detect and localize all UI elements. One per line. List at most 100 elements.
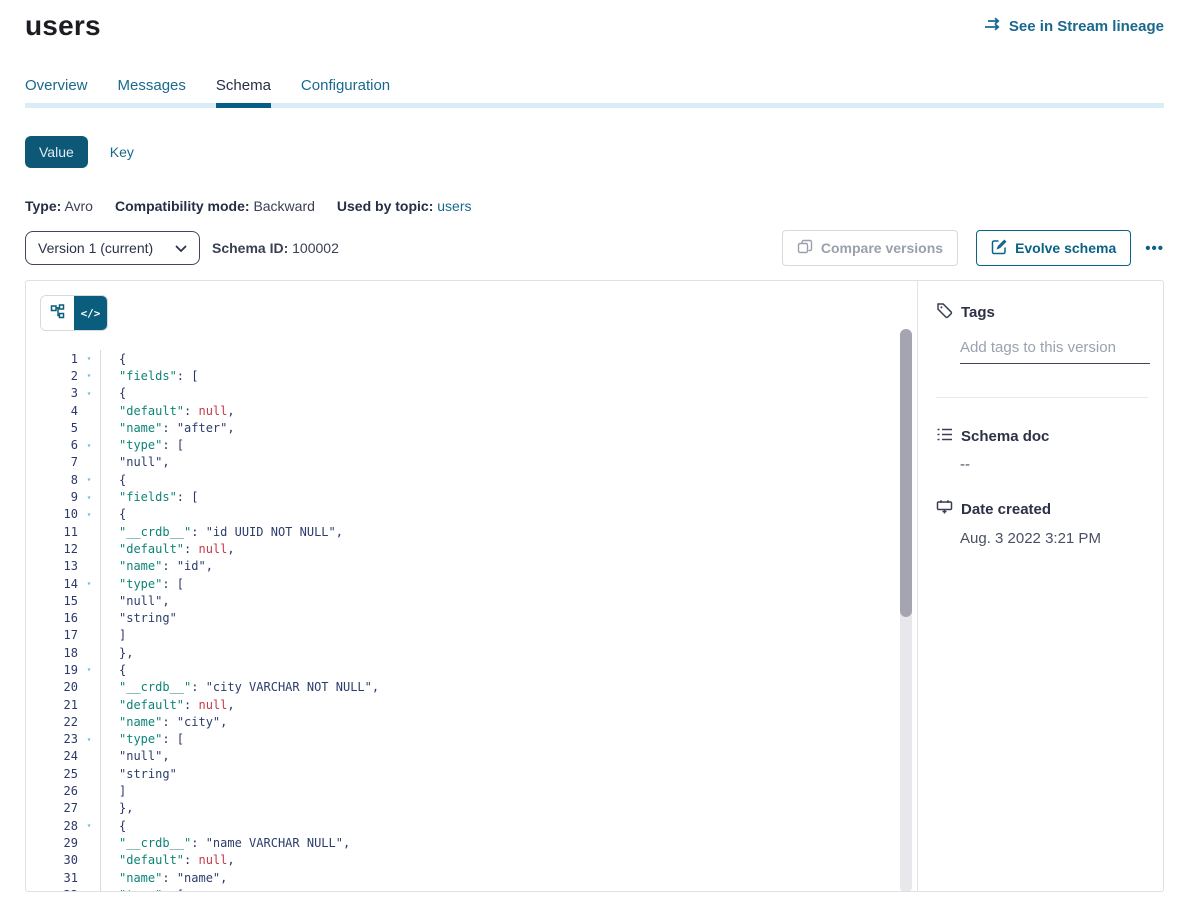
value-tab-button[interactable]: Value: [25, 136, 88, 168]
schema-doc-value: --: [960, 456, 1148, 473]
code-line: 25 "string": [40, 765, 917, 782]
fold-toggle-icon[interactable]: ▾: [78, 890, 100, 891]
more-options-button[interactable]: •••: [1145, 240, 1164, 257]
line-number: 2: [40, 369, 78, 383]
version-select[interactable]: Version 1 (current): [25, 231, 200, 265]
tree-view-icon: [50, 304, 66, 323]
key-tab-button[interactable]: Key: [110, 144, 134, 160]
code-line: 11 "__crdb__": "id UUID NOT NULL",: [40, 523, 917, 540]
code-text: "name": "after",: [100, 419, 235, 436]
line-number: 5: [40, 421, 78, 435]
code-text: ]: [100, 627, 126, 644]
code-text: {: [100, 506, 126, 523]
evolve-schema-button[interactable]: Evolve schema: [976, 230, 1131, 266]
used-by-topic: Used by topic: users: [337, 198, 472, 214]
code-line: 7 "null",: [40, 454, 917, 471]
fold-toggle-icon[interactable]: ▾: [78, 371, 100, 380]
fold-toggle-icon[interactable]: ▾: [78, 665, 100, 674]
code-text: {: [100, 471, 126, 488]
code-text: "type": [: [100, 886, 184, 891]
schema-code-area: </> 1▾{2▾ "fields": [3▾ {4 "default": nu…: [26, 281, 917, 891]
schema-doc-section: Schema doc --: [936, 427, 1148, 473]
compare-versions-button[interactable]: Compare versions: [782, 230, 958, 266]
code-view-button[interactable]: </>: [74, 296, 107, 330]
stream-lineage-link[interactable]: See in Stream lineage: [984, 17, 1164, 35]
schema-type: Type: Avro: [25, 198, 93, 214]
compat-value: Backward: [253, 198, 314, 214]
code-line: 23▾ "type": [: [40, 731, 917, 748]
compare-icon: [797, 239, 813, 258]
code-text: "default": null,: [100, 540, 235, 557]
line-number: 11: [40, 525, 78, 539]
tree-view-button[interactable]: [41, 296, 74, 330]
line-number: 29: [40, 836, 78, 850]
code-scrollbar-thumb[interactable]: [900, 329, 912, 617]
date-created-value: Aug. 3 2022 3:21 PM: [960, 530, 1148, 547]
line-number: 23: [40, 732, 78, 746]
compatibility-mode: Compatibility mode: Backward: [115, 198, 315, 214]
calendar-icon: [936, 499, 953, 520]
code-line: 4 "default": null,: [40, 402, 917, 419]
code-text: "__crdb__": "id UUID NOT NULL",: [100, 523, 343, 540]
tags-title: Tags: [961, 304, 995, 321]
code-text: {: [100, 661, 126, 678]
code-text: "type": [: [100, 436, 184, 453]
chevron-down-icon: [175, 240, 187, 256]
fold-toggle-icon[interactable]: ▾: [78, 354, 100, 363]
line-number: 6: [40, 438, 78, 452]
line-number: 14: [40, 577, 78, 591]
fold-toggle-icon[interactable]: ▾: [78, 493, 100, 502]
code-text: "default": null,: [100, 402, 235, 419]
compare-versions-label: Compare versions: [821, 240, 943, 256]
date-created-section: Date created Aug. 3 2022 3:21 PM: [936, 499, 1148, 547]
line-number: 19: [40, 663, 78, 677]
code-line: 2▾ "fields": [: [40, 367, 917, 384]
tab-schema[interactable]: Schema: [216, 77, 271, 108]
code-text: {: [100, 385, 126, 402]
fold-toggle-icon[interactable]: ▾: [78, 510, 100, 519]
code-line: 13 "name": "id",: [40, 558, 917, 575]
topic-link[interactable]: users: [437, 198, 471, 214]
schema-id-value: 100002: [292, 240, 339, 256]
line-number: 31: [40, 871, 78, 885]
tags-section: Tags: [936, 302, 1148, 364]
code-text: ]: [100, 782, 126, 799]
line-number: 20: [40, 680, 78, 694]
code-line: 10▾ {: [40, 506, 917, 523]
schema-sidebar: Tags Schema doc --: [917, 281, 1163, 891]
fold-toggle-icon[interactable]: ▾: [78, 441, 100, 450]
value-key-toggle: Value Key: [25, 136, 1164, 168]
edit-icon: [991, 239, 1007, 258]
code-text: "__crdb__": "city VARCHAR NOT NULL",: [100, 679, 379, 696]
date-created-header: Date created: [936, 499, 1148, 520]
fold-toggle-icon[interactable]: ▾: [78, 475, 100, 484]
code-text: "type": [: [100, 731, 184, 748]
code-line: 32▾ "type": [: [40, 886, 917, 891]
code-text: "null",: [100, 454, 170, 471]
line-number: 1: [40, 352, 78, 366]
line-number: 7: [40, 455, 78, 469]
type-label: Type:: [25, 198, 61, 214]
tag-icon: [936, 302, 953, 323]
code-scrollbar[interactable]: [900, 329, 912, 891]
schema-controls-row: Version 1 (current) Schema ID: 100002 Co…: [25, 230, 1164, 266]
code-text: "name": "id",: [100, 558, 213, 575]
line-number: 10: [40, 507, 78, 521]
code-text: "__crdb__": "name VARCHAR NULL",: [100, 834, 350, 851]
code-text: "null",: [100, 748, 170, 765]
fold-toggle-icon[interactable]: ▾: [78, 579, 100, 588]
code-line: 6▾ "type": [: [40, 436, 917, 453]
add-tags-input[interactable]: [960, 337, 1150, 364]
list-icon: [936, 427, 953, 446]
stream-lineage-label: See in Stream lineage: [1009, 18, 1164, 35]
code-line: 1▾{: [40, 350, 917, 367]
fold-toggle-icon[interactable]: ▾: [78, 821, 100, 830]
schema-meta-row: Type: Avro Compatibility mode: Backward …: [25, 198, 1164, 214]
code-text: "fields": [: [100, 488, 198, 505]
schema-doc-header: Schema doc: [936, 427, 1148, 446]
version-select-value: Version 1 (current): [38, 240, 153, 256]
fold-toggle-icon[interactable]: ▾: [78, 389, 100, 398]
schema-panel: </> 1▾{2▾ "fields": [3▾ {4 "default": nu…: [25, 280, 1164, 892]
code-text: "default": null,: [100, 696, 235, 713]
fold-toggle-icon[interactable]: ▾: [78, 735, 100, 744]
